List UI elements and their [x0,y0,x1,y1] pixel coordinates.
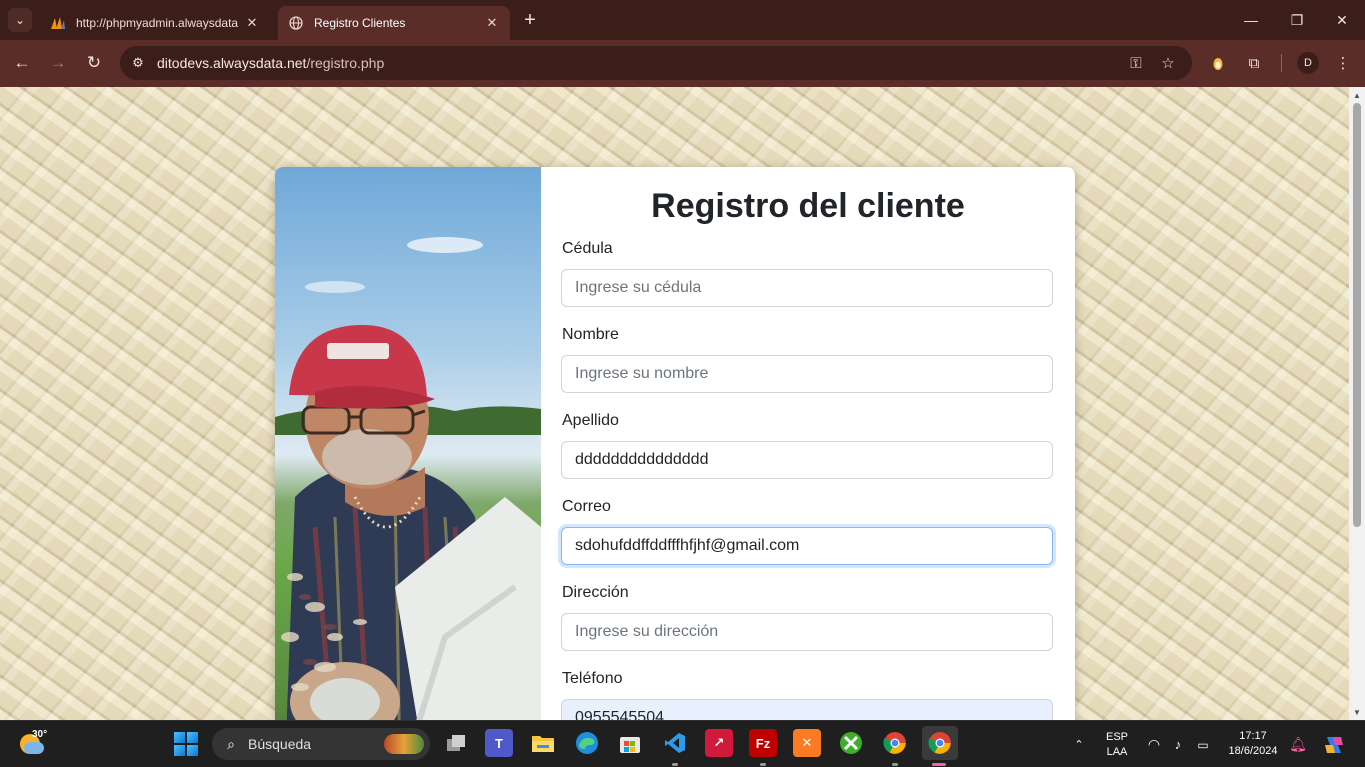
volume-icon[interactable]: ♪ [1168,721,1188,767]
minimize-button[interactable]: — [1228,0,1274,40]
restore-button[interactable]: ❐ [1274,0,1320,40]
edge-icon[interactable] [573,729,601,757]
keyboard-layout: LAA [1106,745,1128,758]
file-explorer-icon[interactable] [529,729,557,757]
clock-time: 17:17 [1239,730,1267,742]
plus-icon: + [524,8,536,31]
toolbar-divider [1281,54,1282,72]
direccion-input[interactable] [561,613,1053,651]
close-icon: ✕ [1336,11,1348,28]
filezilla-icon[interactable]: Fz [749,729,777,757]
search-icon: ⌕ [227,735,235,752]
nombre-input[interactable] [561,355,1053,393]
extension-icon[interactable] [1205,50,1231,76]
correo-label: Correo [562,498,611,515]
menu-kebab-icon[interactable]: ⋮ [1330,50,1356,76]
clock-date: 18/6/2024 [1228,745,1278,757]
search-highlight-icon [384,734,424,754]
battery-icon[interactable]: ▭ [1192,721,1214,767]
language-code: ESP [1105,730,1128,743]
new-tab-button[interactable]: + [518,8,542,32]
apellido-label: Apellido [562,412,619,429]
scroll-down-icon[interactable]: ▼ [1352,707,1362,717]
taskbar-search[interactable]: ⌕ Búsqueda [212,728,430,760]
search-placeholder: Búsqueda [248,736,312,752]
arrow-right-icon: → [49,53,67,72]
minimize-icon: — [1244,12,1258,28]
restore-icon: ❐ [1290,11,1304,28]
url-path: /registro.php [306,55,385,71]
running-indicator [760,763,766,766]
telefono-label: Teléfono [562,670,623,687]
chevron-down-icon: ⌄ [14,13,26,27]
weather-temperature: 30° [32,729,48,740]
page-scrollbar[interactable]: ▲ ▼ [1349,87,1365,720]
running-indicator [672,763,678,766]
tab-title: http://phpmyadmin.alwaysdata [76,16,239,30]
chrome-icon[interactable] [881,729,909,757]
tab-title: Registro Clientes [314,16,406,30]
registration-card: Registro del cliente Cédula Nombre Apell… [275,167,1075,720]
registration-form: Registro del cliente Cédula Nombre Apell… [541,167,1075,720]
cloud-icon [24,742,44,754]
reload-icon: ↻ [86,53,102,72]
xampp-icon[interactable]: ✕ [793,729,821,757]
back-button[interactable]: ← [9,50,35,76]
farmer-photo [275,167,541,720]
arrow-left-icon: ← [13,53,31,72]
scroll-up-icon[interactable]: ▲ [1352,90,1362,100]
language-indicator[interactable]: ESP LAA [1100,721,1134,767]
windows-start-icon[interactable] [174,732,198,756]
chrome-profile-icon[interactable] [922,726,958,760]
profile-initial: D [1304,57,1312,69]
copilot-icon[interactable] [1320,721,1348,767]
notification-bell-icon[interactable]: 🔔︎ [1288,721,1308,767]
store-icon[interactable] [616,729,644,757]
extensions-puzzle-icon[interactable]: ⧉ [1241,50,1267,76]
scrollbar-thumb[interactable] [1353,103,1361,527]
running-indicator [892,763,898,766]
tab-search-button[interactable]: ⌄ [8,8,32,32]
windows-taskbar: 30° ⌕ Búsqueda T ↗ Fz ✕ ⌃ ESP LAA ◠ ♪ ▭ [0,720,1365,767]
url-host: ditodevs.alwaysdata.net [157,55,307,71]
close-tab-icon[interactable]: ✕ [484,15,500,31]
active-indicator [932,763,946,766]
password-key-icon[interactable]: ⚿ [1124,51,1148,75]
weather-widget[interactable]: 30° [18,729,52,760]
apellido-input[interactable] [561,441,1053,479]
nombre-label: Nombre [562,326,619,343]
browser-toolbar: ← → ↻ ⚙ ditodevs.alwaysdata.net/registro… [0,40,1365,87]
forward-button[interactable]: → [45,50,71,76]
close-tab-icon[interactable]: ✕ [244,15,260,31]
form-title: Registro del cliente [651,187,965,225]
show-hidden-icons-icon[interactable]: ⌃ [1068,721,1090,767]
teams-icon[interactable]: T [485,729,513,757]
telefono-input[interactable] [561,699,1053,720]
url-text[interactable]: ditodevs.alwaysdata.net/registro.php [157,55,384,71]
app-red-icon[interactable]: ↗ [705,729,733,757]
cedula-label: Cédula [562,240,613,257]
browser-titlebar: ⌄ http://phpmyadmin.alwaysdata ✕ Registr… [0,0,1365,40]
task-view-icon[interactable] [442,729,470,757]
close-window-button[interactable]: ✕ [1319,0,1365,40]
profile-avatar[interactable]: D [1297,52,1319,74]
address-bar[interactable]: ⚙ ditodevs.alwaysdata.net/registro.php ⚿… [120,46,1192,80]
bookmark-star-icon[interactable]: ☆ [1156,51,1180,75]
phpmyadmin-icon [50,15,66,31]
reload-button[interactable]: ↻ [81,50,107,76]
vscode-icon[interactable] [661,729,689,757]
page-viewport: Registro del cliente Cédula Nombre Apell… [0,87,1349,720]
tab-registro-clientes[interactable]: Registro Clientes ✕ [278,6,510,40]
cedula-input[interactable] [561,269,1053,307]
globe-icon [288,15,304,31]
site-settings-icon[interactable]: ⚙ [126,51,150,75]
direccion-label: Dirección [562,584,629,601]
wifi-icon[interactable]: ◠ [1144,721,1164,767]
system-clock[interactable]: 17:17 18/6/2024 [1225,729,1281,759]
correo-input[interactable] [561,527,1053,565]
tab-phpmyadmin[interactable]: http://phpmyadmin.alwaysdata ✕ [40,6,270,40]
xbox-icon[interactable] [837,729,865,757]
